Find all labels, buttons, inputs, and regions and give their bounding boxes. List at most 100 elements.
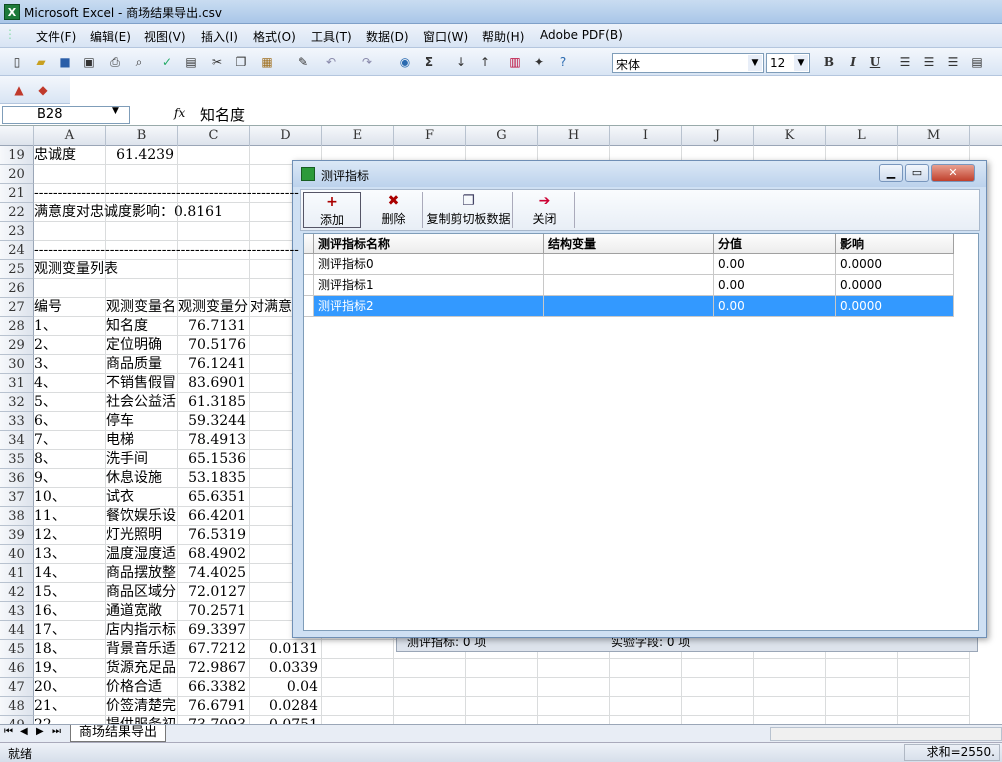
- paste-icon[interactable]: ▦: [258, 53, 276, 71]
- row-header[interactable]: 22: [0, 203, 34, 222]
- row-indicator[interactable]: [304, 275, 314, 296]
- cell[interactable]: 通道宽敞: [106, 602, 178, 621]
- cell[interactable]: 观测变量名: [106, 298, 178, 317]
- column-header[interactable]: C: [178, 126, 250, 146]
- row-header[interactable]: 49: [0, 716, 34, 724]
- cell[interactable]: 76.5319: [178, 526, 250, 545]
- column-header[interactable]: F: [394, 126, 466, 146]
- column-header[interactable]: A: [34, 126, 106, 146]
- hyperlink-icon[interactable]: ◉: [396, 53, 414, 71]
- cell[interactable]: [682, 659, 754, 678]
- cell[interactable]: [178, 146, 250, 165]
- cell[interactable]: [898, 659, 970, 678]
- maximize-button[interactable]: ▭: [905, 164, 929, 182]
- cell[interactable]: ----------------------------------------…: [34, 241, 299, 260]
- chevron-down-icon[interactable]: ▼: [112, 106, 119, 116]
- sheet-tab[interactable]: 商场结果导出: [70, 725, 167, 742]
- column-header[interactable]: L: [826, 126, 898, 146]
- cell[interactable]: 2、: [34, 336, 106, 355]
- cell[interactable]: 5、: [34, 393, 106, 412]
- row-header[interactable]: 20: [0, 165, 34, 184]
- row-header[interactable]: 25: [0, 260, 34, 279]
- name-box[interactable]: B28: [2, 106, 130, 124]
- menu-format[interactable]: 格式(O): [253, 28, 296, 45]
- cell[interactable]: 59.3244: [178, 412, 250, 431]
- spelling-icon[interactable]: ✓: [158, 53, 176, 71]
- undo-icon[interactable]: ↶: [322, 53, 340, 71]
- cell[interactable]: [466, 716, 538, 724]
- cell[interactable]: [610, 659, 682, 678]
- chevron-down-icon[interactable]: ▼: [794, 55, 808, 71]
- cell[interactable]: 9、: [34, 469, 106, 488]
- cell[interactable]: 7、: [34, 431, 106, 450]
- align-right-icon[interactable]: ☰: [944, 53, 962, 71]
- cell[interactable]: [178, 260, 250, 279]
- cell[interactable]: [106, 279, 178, 298]
- cell[interactable]: 76.6791: [178, 697, 250, 716]
- cell[interactable]: 16、: [34, 602, 106, 621]
- cell[interactable]: 3、: [34, 355, 106, 374]
- cell[interactable]: 14、: [34, 564, 106, 583]
- menu-view[interactable]: 视图(V): [144, 28, 186, 45]
- cell[interactable]: 餐饮娱乐设: [106, 507, 178, 526]
- cell[interactable]: 定位明确: [106, 336, 178, 355]
- cell[interactable]: 15、: [34, 583, 106, 602]
- cell[interactable]: [682, 678, 754, 697]
- cut-icon[interactable]: ✂: [208, 53, 226, 71]
- cell[interactable]: 19、: [34, 659, 106, 678]
- cell[interactable]: 22、: [34, 716, 106, 724]
- cell[interactable]: 11、: [34, 507, 106, 526]
- column-header[interactable]: M: [898, 126, 970, 146]
- next-sheet-icon[interactable]: ▶: [36, 726, 44, 737]
- font-name-select[interactable]: 宋体 ▼: [612, 53, 764, 73]
- row-header[interactable]: 36: [0, 469, 34, 488]
- cell[interactable]: [898, 678, 970, 697]
- add-button[interactable]: + 添加: [303, 192, 361, 228]
- row-indicator[interactable]: [304, 254, 314, 275]
- bold-button[interactable]: B: [820, 53, 838, 71]
- grid-cell[interactable]: 0.00: [714, 296, 836, 317]
- row-header[interactable]: 28: [0, 317, 34, 336]
- cell[interactable]: 价签清楚完: [106, 697, 178, 716]
- font-size-select[interactable]: 12 ▼: [766, 53, 810, 73]
- close-dialog-button[interactable]: ➔ 关闭: [515, 192, 575, 228]
- cell[interactable]: 提供服务初: [106, 716, 178, 724]
- cell[interactable]: 6、: [34, 412, 106, 431]
- cell[interactable]: [610, 697, 682, 716]
- cell[interactable]: 83.6901: [178, 374, 250, 393]
- sort-ascending-icon[interactable]: ↓: [452, 53, 470, 71]
- cell[interactable]: 66.4201: [178, 507, 250, 526]
- cell[interactable]: 洗手间: [106, 450, 178, 469]
- cell[interactable]: 74.4025: [178, 564, 250, 583]
- row-header[interactable]: 43: [0, 602, 34, 621]
- cell[interactable]: 18、: [34, 640, 106, 659]
- delete-button[interactable]: ✖ 删除: [365, 192, 423, 228]
- cell[interactable]: 12、: [34, 526, 106, 545]
- row-header[interactable]: 47: [0, 678, 34, 697]
- cell[interactable]: 温度湿度适: [106, 545, 178, 564]
- cell[interactable]: 17、: [34, 621, 106, 640]
- menu-insert[interactable]: 插入(I): [201, 28, 238, 45]
- cell[interactable]: [826, 678, 898, 697]
- row-header[interactable]: 23: [0, 222, 34, 241]
- cell[interactable]: [106, 222, 178, 241]
- cell[interactable]: 商品摆放整: [106, 564, 178, 583]
- copy-icon[interactable]: ❐: [232, 53, 250, 71]
- row-header[interactable]: 37: [0, 488, 34, 507]
- cell[interactable]: 70.2571: [178, 602, 250, 621]
- cell[interactable]: 背景音乐适: [106, 640, 178, 659]
- cell[interactable]: 78.4913: [178, 431, 250, 450]
- row-header[interactable]: 34: [0, 431, 34, 450]
- cell[interactable]: [610, 716, 682, 724]
- cell[interactable]: 69.3397: [178, 621, 250, 640]
- row-header[interactable]: 31: [0, 374, 34, 393]
- help-icon[interactable]: ?: [554, 53, 572, 71]
- cell[interactable]: [322, 697, 394, 716]
- cell[interactable]: [394, 697, 466, 716]
- row-header[interactable]: 39: [0, 526, 34, 545]
- cell[interactable]: [466, 678, 538, 697]
- cell[interactable]: 72.0127: [178, 583, 250, 602]
- cell[interactable]: [538, 697, 610, 716]
- cell[interactable]: [538, 716, 610, 724]
- row-header[interactable]: 46: [0, 659, 34, 678]
